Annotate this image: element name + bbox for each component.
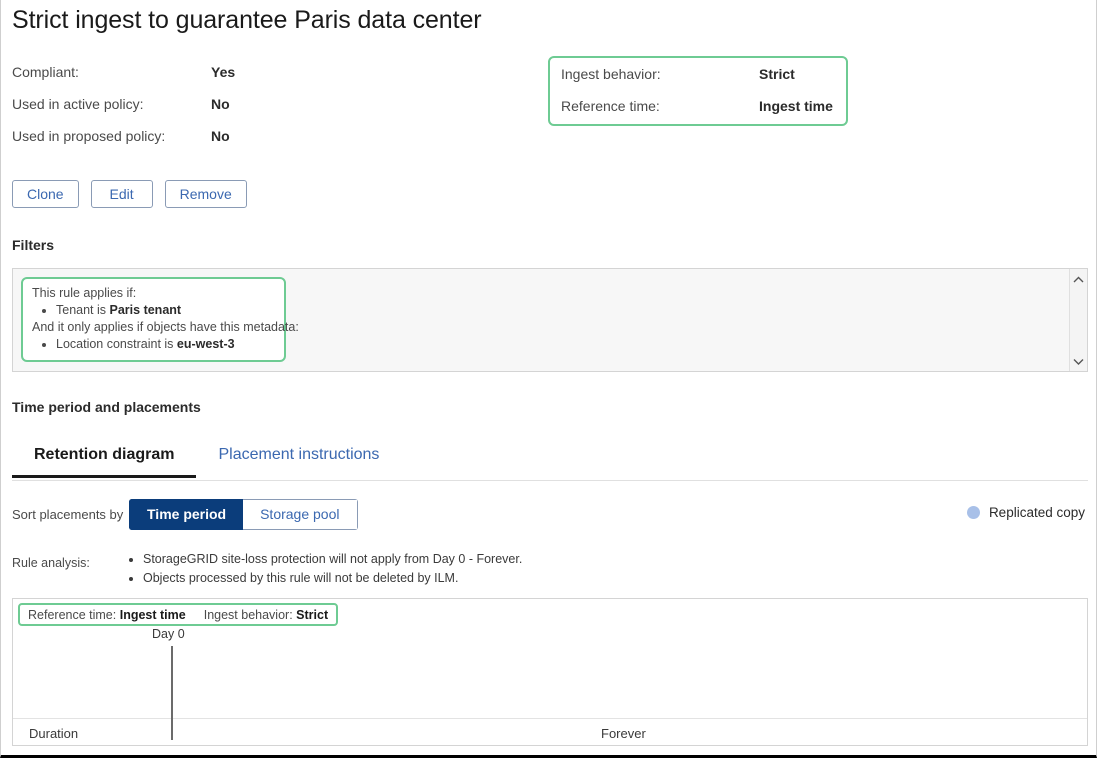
clone-button[interactable]: Clone — [12, 180, 79, 208]
filter-metadata-list: Location constraint is eu-west-3 — [32, 336, 276, 353]
filter-item-prefix: Location constraint is — [56, 337, 177, 351]
ingest-behavior-value: Strict — [296, 607, 329, 622]
filters-scrollbar[interactable] — [1069, 269, 1087, 371]
rule-analysis-label: Rule analysis: — [12, 556, 90, 570]
summary-value: Yes — [211, 64, 236, 80]
remove-button[interactable]: Remove — [164, 180, 247, 208]
reference-time-pair: Reference time: Ingest time — [28, 608, 186, 622]
duration-label: Duration — [29, 726, 79, 741]
filter-applies-list: Tenant is Paris tenant — [32, 302, 276, 319]
day-0-marker-line — [171, 646, 173, 740]
page-title: Strict ingest to guarantee Paris data ce… — [12, 6, 482, 34]
reference-time-label: Reference time: — [28, 607, 117, 622]
sort-option-time-period[interactable]: Time period — [129, 499, 244, 530]
filter-highlight-box: This rule applies if: Tenant is Paris te… — [21, 277, 299, 362]
rule-summary: Compliant: Yes Used in active policy: No… — [12, 64, 432, 160]
filters-heading: Filters — [12, 237, 55, 253]
summary-label: Compliant: — [12, 64, 79, 80]
filters-panel: This rule applies if: Tenant is Paris te… — [12, 268, 1088, 372]
list-item: StorageGRID site-loss protection will no… — [143, 550, 522, 569]
tab-retention-diagram[interactable]: Retention diagram — [12, 438, 197, 478]
ingest-behavior-label: Ingest behavior: — [203, 607, 293, 622]
summary-row-compliant: Compliant: Yes — [12, 64, 432, 96]
filter-metadata-intro: And it only applies if objects have this… — [32, 320, 299, 334]
edit-button[interactable]: Edit — [90, 180, 153, 208]
chevron-down-icon[interactable] — [1070, 353, 1087, 369]
tab-bar: Retention diagram Placement instructions — [12, 438, 1088, 481]
filter-item-value: Paris tenant — [109, 303, 182, 317]
sort-placements-label: Sort placements by — [12, 507, 124, 522]
summary-row-proposed-policy: Used in proposed policy: No — [12, 128, 432, 160]
circle-icon — [966, 506, 980, 519]
ingest-behavior-pair: Ingest behavior: Strict — [204, 608, 328, 622]
retention-diagram: Reference time: Ingest time Ingest behav… — [12, 598, 1088, 746]
rule-analysis-list: StorageGRID site-loss protection will no… — [129, 550, 522, 588]
ingest-behavior-highlight-box: Ingest behavior: Strict Reference time: … — [548, 56, 848, 126]
filter-item-value: eu-west-3 — [176, 337, 235, 351]
summary-value: No — [211, 96, 230, 112]
duration-value: Forever — [601, 726, 646, 741]
summary-label: Used in proposed policy: — [12, 128, 166, 144]
divider — [13, 718, 1087, 719]
behavior-label: Reference time: — [561, 98, 660, 114]
list-item: Objects processed by this rule will not … — [143, 569, 522, 588]
behavior-value: Strict — [759, 66, 795, 82]
list-item: Tenant is Paris tenant — [56, 302, 276, 319]
rule-details-page: Strict ingest to guarantee Paris data ce… — [0, 0, 1097, 758]
tab-placement-instructions[interactable]: Placement instructions — [196, 438, 401, 475]
legend: Replicated copy — [966, 505, 1085, 520]
time-period-heading: Time period and placements — [12, 399, 201, 415]
filter-applies-intro: This rule applies if: — [32, 286, 137, 300]
chevron-up-icon[interactable] — [1070, 271, 1087, 287]
behavior-label: Ingest behavior: — [561, 66, 661, 82]
behavior-row-ingest: Ingest behavior: Strict — [561, 66, 834, 98]
filter-item-prefix: Tenant is — [56, 303, 110, 317]
legend-label: Replicated copy — [988, 505, 1085, 520]
action-button-row: Clone Edit Remove — [12, 180, 247, 208]
reference-time-highlight-box: Reference time: Ingest time Ingest behav… — [18, 603, 339, 626]
day-0-label: Day 0 — [152, 627, 185, 641]
list-item: Location constraint is eu-west-3 — [56, 336, 276, 353]
sort-placements-toggle-group: Time period Storage pool — [129, 499, 358, 530]
summary-label: Used in active policy: — [12, 96, 144, 112]
summary-row-active-policy: Used in active policy: No — [12, 96, 432, 128]
reference-time-value: Ingest time — [119, 607, 186, 622]
behavior-value: Ingest time — [759, 98, 833, 114]
behavior-row-reference-time: Reference time: Ingest time — [561, 98, 834, 130]
summary-value: No — [211, 128, 230, 144]
sort-option-storage-pool[interactable]: Storage pool — [243, 499, 358, 530]
